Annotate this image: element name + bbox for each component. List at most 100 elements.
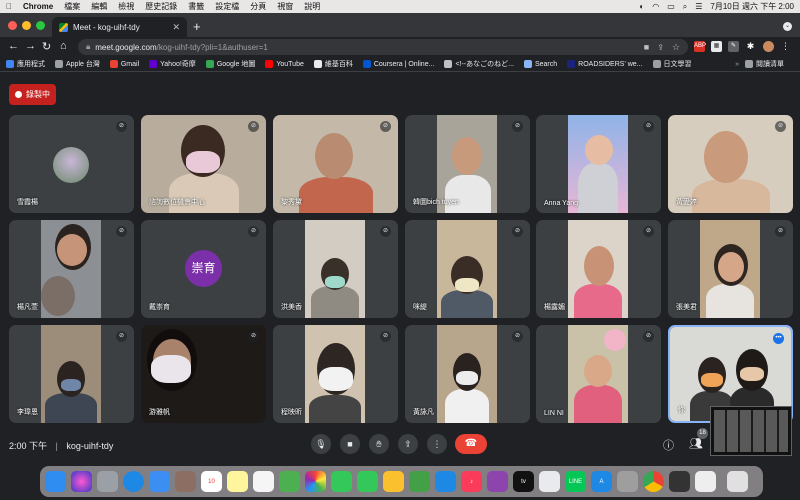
menubar-clock[interactable]: 7月10日 週六 下午 2:00 [710,1,794,12]
pages-icon[interactable] [383,471,404,492]
safari-icon[interactable] [123,471,144,492]
camera-button[interactable]: ■ [340,434,360,454]
contacts-icon[interactable] [175,471,196,492]
bookmark-item[interactable]: YouTube [265,60,304,68]
menu-item[interactable]: 說明 [304,1,320,12]
notes-icon[interactable] [227,471,248,492]
bookmark-folder[interactable]: 日文學習 [652,59,692,69]
chrome-icon[interactable] [643,471,664,492]
maps-icon[interactable] [279,471,300,492]
camera-indicator-icon[interactable]: ■ [644,42,649,52]
extension-icon[interactable]: ✎ [728,41,739,52]
browser-tab[interactable]: Meet - kog-uihf-tdy ✕ [52,17,187,37]
battery-icon[interactable]: ▭ [667,2,675,11]
trash-icon[interactable] [727,471,748,492]
participant-tile[interactable]: ⊘ 楊露媚 [536,220,661,318]
participant-tile[interactable]: ⊘ 黎秀黛 [273,115,398,213]
podcasts-icon[interactable] [487,471,508,492]
apple-tv-icon[interactable]: tv [513,471,534,492]
menu-item[interactable]: 分頁 [250,1,266,12]
end-call-button[interactable]: ☎︎ [455,434,487,454]
numbers-icon[interactable] [409,471,430,492]
bookmark-item[interactable]: Gmail [109,60,139,68]
forward-button[interactable]: → [25,40,36,52]
share-icon[interactable]: ⇪ [657,43,664,52]
meeting-details-button[interactable]: ⓘ [663,437,674,453]
participant-tile[interactable]: ⊘ 張美君 [668,220,793,318]
bookmark-item[interactable]: Google 地圖 [205,59,255,69]
microphone-button[interactable]: 🎙︎ [311,434,331,454]
bookmark-star-icon[interactable]: ☆ [672,42,680,53]
menu-item[interactable]: 視窗 [277,1,293,12]
bookmark-item[interactable]: Yahoo!奇摩 [149,59,196,69]
search-icon[interactable]: ⌕ [683,2,687,12]
mail-icon[interactable] [149,471,170,492]
photos-icon[interactable] [305,471,326,492]
tab-search-icon[interactable]: ⌄ [783,22,792,31]
garageband-icon[interactable] [669,471,690,492]
more-options-button[interactable]: ⋮ [427,434,447,454]
apple-icon[interactable]:  [6,2,12,11]
window-zoom-button[interactable] [36,21,45,30]
home-button[interactable]: ⌂ [60,40,67,52]
participant-tile[interactable]: ⊘ 韓圜bich tuyen [405,115,530,213]
profile-avatar[interactable] [763,41,774,52]
bookmark-item[interactable]: Coursera | Online... [362,60,434,68]
menu-app-name[interactable]: Chrome [23,2,53,11]
participant-tile[interactable]: ⊘ 程映昕 [273,325,398,423]
participant-tile[interactable]: ⊘ LIN NI [536,325,661,423]
more-options-icon[interactable]: ••• [773,333,784,344]
bookmark-item[interactable]: ROADSIDERS' we... [567,60,643,68]
participant-tile[interactable]: 崇育 ⊘ 戴崇育 [141,220,266,318]
app-store-icon[interactable]: A [591,471,612,492]
menu-item[interactable]: 設定檔 [215,1,239,12]
extension-icon[interactable]: ▦ [711,41,722,52]
extensions-puzzle-icon[interactable]: ✱ [745,41,756,52]
menu-item[interactable]: 編輯 [91,1,107,12]
menu-item[interactable]: 書籤 [188,1,204,12]
participant-tile[interactable]: ⊘ 洪美香 [273,220,398,318]
finder-icon[interactable] [45,471,66,492]
window-close-button[interactable] [8,21,17,30]
siri-icon[interactable] [71,471,92,492]
participant-tile[interactable]: ⊘ 諮詢數位機會中心 [141,115,266,213]
reload-button[interactable]: ↻ [42,40,51,53]
participant-tile[interactable]: ⊘ 雪霞楊 [9,115,134,213]
participant-tile[interactable]: ⊘ 黃愛婷 [668,115,793,213]
menu-item[interactable]: 檔案 [64,1,80,12]
launchpad-icon[interactable] [97,471,118,492]
bookmark-item[interactable]: Apple 台灣 [55,59,100,69]
news-icon[interactable] [539,471,560,492]
status-icon[interactable]: ◐ [639,2,644,11]
participant-tile[interactable]: ⊘ 黃詠凡 [405,325,530,423]
calendar-icon[interactable]: 10 [201,471,222,492]
back-button[interactable]: ← [8,40,19,52]
screen-share-thumbnail[interactable] [710,406,792,456]
messages-icon[interactable] [331,471,352,492]
participant-tile[interactable]: ⊘ 咪緹 [405,220,530,318]
new-tab-button[interactable]: + [193,19,201,34]
tab-close-icon[interactable]: ✕ [172,22,180,33]
participant-tile[interactable]: ⊘ 游雅帆 [141,325,266,423]
more-bookmarks-icon[interactable]: » [735,61,739,68]
present-screen-button[interactable]: ⇧ [398,434,418,454]
window-minimize-button[interactable] [22,21,31,30]
bookmark-item[interactable]: Search [523,60,557,68]
keynote-icon[interactable] [435,471,456,492]
bookmark-apps[interactable]: 應用程式 [6,59,45,69]
reading-list[interactable]: 閱讀清單 [745,59,784,69]
line-icon[interactable]: LINE [565,471,586,492]
music-icon[interactable]: ♪ [461,471,482,492]
menu-item[interactable]: 檢視 [118,1,134,12]
preview-icon[interactable] [695,471,716,492]
menu-item[interactable]: 歷史記錄 [145,1,177,12]
participant-tile[interactable]: ⊘ 楊凡萱 [9,220,134,318]
address-bar[interactable]: 🔒︎ meet.google.com /kog-uihf-tdy?pli=1&a… [78,39,688,55]
participant-tile[interactable]: ⊘ 李瑋恩 [9,325,134,423]
participant-tile[interactable]: ⊘ Anna Yang [536,115,661,213]
bookmark-item[interactable]: 維基百科 [313,59,353,69]
control-center-icon[interactable]: ☰ [695,2,702,11]
recording-indicator[interactable]: 錄製中 [9,84,56,105]
system-preferences-icon[interactable] [617,471,638,492]
facetime-icon[interactable] [357,471,378,492]
